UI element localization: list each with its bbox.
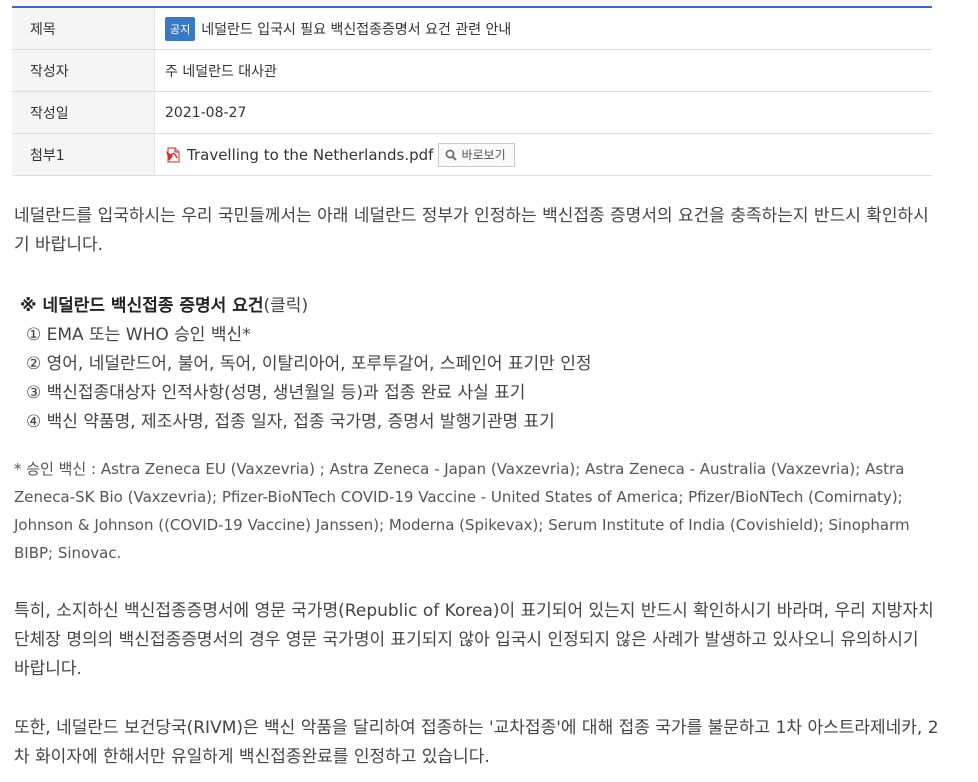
cross-vaccination-paragraph: 또한, 네덜란드 보건당국(RIVM)은 백신 악품을 달리하여 접종하는 '교… (14, 718, 939, 767)
date-label: 작성일 (12, 91, 155, 134)
title-label: 제목 (12, 7, 155, 50)
title-row: 제목 공지 네덜란드 입국시 필요 백신접종증명서 요건 관련 안내 (12, 7, 932, 50)
date-value: 2021-08-27 (154, 91, 932, 134)
pdf-file-icon (165, 147, 181, 163)
author-value: 주 네덜란드 대사관 (154, 49, 932, 92)
author-label: 작성자 (12, 49, 155, 92)
country-name-paragraph: 특히, 소지하신 백신접종증명서에 영문 국가명(Republic of Kor… (14, 601, 934, 679)
intro-paragraph: 네덜란드를 입국하시는 우리 국민들께서는 아래 네덜란드 정부가 인정하는 백… (14, 206, 929, 255)
post-title: 네덜란드 입국시 필요 백신접종증명서 요건 관련 안내 (201, 21, 512, 38)
notice-badge: 공지 (165, 16, 196, 41)
attachment-link[interactable]: Travelling to the Netherlands.pdf (187, 146, 433, 164)
attachment-row: 첨부1 Travelling to the Netherlands.pdf 바로… (12, 133, 932, 176)
title-cell: 공지 네덜란드 입국시 필요 백신접종증명서 요건 관련 안내 (154, 7, 932, 50)
requirement-item: ② 영어, 네덜란드어, 불어, 독어, 이탈리아어, 포루투갈어, 스페인어 … (26, 354, 592, 374)
requirements-title: ※ 네덜란드 백신접종 증명서 요건 (20, 296, 264, 316)
author-row: 작성자 주 네덜란드 대사관 (12, 49, 932, 92)
requirement-item: ① EMA 또는 WHO 승인 백신* (26, 325, 251, 345)
preview-button[interactable]: 바로보기 (438, 142, 515, 167)
post-info-table: 제목 공지 네덜란드 입국시 필요 백신접종증명서 요건 관련 안내 작성자 주 … (12, 6, 932, 176)
requirements-heading: ※ 네덜란드 백신접종 증명서 요건(클릭) (20, 292, 939, 321)
magnifier-icon (446, 149, 458, 161)
preview-button-label: 바로보기 (461, 148, 506, 162)
requirements-click-link[interactable]: (클릭) (264, 296, 309, 316)
post-body: 네덜란드를 입국하시는 우리 국민들께서는 아래 네덜란드 정부가 인정하는 백… (14, 202, 939, 772)
attachment-cell: Travelling to the Netherlands.pdf 바로보기 (154, 133, 932, 176)
approved-vaccines-note: * 승인 백신 : Astra Zeneca EU (Vaxzevria) ; … (14, 460, 910, 562)
date-row: 작성일 2021-08-27 (12, 91, 932, 134)
attachment-label: 첨부1 (12, 133, 155, 176)
requirement-item: ④ 백신 약품명, 제조사명, 접종 일자, 접종 국가명, 증명서 발행기관명… (26, 412, 555, 432)
requirement-item: ③ 백신접종대상자 인적사항(성명, 생년월일 등)과 접종 완료 사실 표기 (26, 383, 526, 403)
